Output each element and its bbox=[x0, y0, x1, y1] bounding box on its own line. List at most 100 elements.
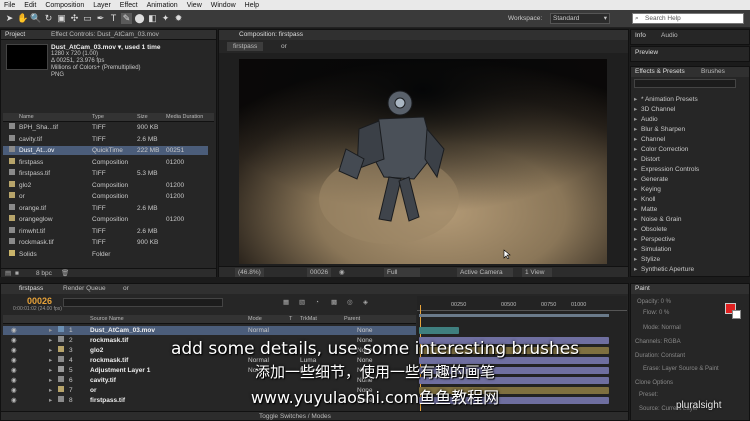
header-trkmat[interactable]: TrkMat bbox=[300, 315, 317, 324]
effects-category[interactable]: ▸ Synthetic Aperture bbox=[634, 265, 744, 274]
pan-behind-tool-icon[interactable]: ✣ bbox=[69, 13, 80, 24]
draft-3d-icon[interactable]: ▧ bbox=[299, 298, 305, 307]
interpret-footage-icon[interactable]: ▤ bbox=[5, 269, 11, 278]
effects-category[interactable]: ▸ Distort bbox=[634, 155, 744, 164]
tab-audio[interactable]: Audio bbox=[661, 31, 678, 40]
camera-view-select[interactable]: Active Camera bbox=[457, 268, 513, 277]
header-mode[interactable]: Mode bbox=[248, 315, 262, 324]
paint-mode[interactable]: Mode: Normal bbox=[643, 325, 681, 331]
menu-layer[interactable]: Layer bbox=[93, 2, 111, 9]
tab-paint[interactable]: Paint bbox=[635, 284, 650, 293]
header-media-duration[interactable]: Media Duration bbox=[166, 113, 203, 122]
effects-category[interactable]: ▸ Color Correction bbox=[634, 145, 744, 154]
effects-category[interactable]: ▸ Obsolete bbox=[634, 225, 744, 234]
menu-animation[interactable]: Animation bbox=[147, 2, 178, 9]
eraser-tool-icon[interactable]: ◧ bbox=[147, 13, 158, 24]
project-item[interactable]: rimwht.tif TIFF 2.6 MB bbox=[3, 226, 208, 236]
type-tool-icon[interactable]: T bbox=[108, 13, 119, 24]
time-ruler[interactable]: 00250 00500 00750 01000 bbox=[417, 301, 627, 311]
camera-snapshot-icon[interactable]: ◉ bbox=[339, 268, 345, 277]
header-name[interactable]: Name bbox=[19, 113, 34, 122]
tab-preview[interactable]: Preview bbox=[635, 48, 658, 57]
header-source-name[interactable]: Source Name bbox=[90, 315, 124, 324]
menu-help[interactable]: Help bbox=[245, 2, 259, 9]
project-item[interactable]: glo2 Composition 01200 bbox=[3, 180, 208, 190]
comp-mini-flowchart-icon[interactable]: ▦ bbox=[283, 298, 289, 307]
graph-editor-icon[interactable]: ◈ bbox=[363, 298, 368, 307]
timeline-search-input[interactable] bbox=[63, 298, 223, 307]
project-item[interactable]: Solids Folder bbox=[3, 249, 208, 259]
menu-composition[interactable]: Composition bbox=[45, 2, 84, 9]
layer-row[interactable]: ◉ ▸ 1 Dust_AtCam_03.mov Normal None bbox=[3, 326, 416, 335]
view-layout-select[interactable]: 1 View bbox=[522, 268, 552, 277]
frame-blending-icon[interactable]: ▩ bbox=[331, 298, 337, 307]
shy-layers-icon[interactable]: ◔ bbox=[315, 298, 319, 307]
effects-category[interactable]: ▸ Matte bbox=[634, 205, 744, 214]
effects-category[interactable]: ▸ Blur & Sharpen bbox=[634, 125, 744, 134]
project-item[interactable]: firstpass.tif TIFF 5.3 MB bbox=[3, 169, 208, 178]
clone-stamp-tool-icon[interactable]: ⬤ bbox=[134, 13, 145, 24]
puppet-tool-icon[interactable]: ✹ bbox=[173, 13, 184, 24]
triangle-right-icon[interactable]: ▸ bbox=[49, 326, 52, 335]
resolution-select[interactable]: Full bbox=[384, 268, 420, 277]
tab-brushes[interactable]: Brushes bbox=[701, 67, 725, 76]
bit-depth[interactable]: 8 bpc bbox=[36, 269, 52, 278]
magnification-select[interactable]: (46.8%) bbox=[235, 268, 264, 277]
effects-category[interactable]: ▸ Keying bbox=[634, 185, 744, 194]
motion-blur-icon[interactable]: ◎ bbox=[347, 298, 353, 307]
project-item[interactable]: or Composition 01200 bbox=[3, 192, 208, 201]
eye-icon[interactable]: ◉ bbox=[11, 326, 17, 335]
project-item[interactable]: rockmask.tif TIFF 900 KB bbox=[3, 238, 208, 247]
tab-or-timeline[interactable]: or bbox=[123, 284, 129, 293]
layer-duration-bar[interactable] bbox=[419, 327, 459, 334]
effects-category[interactable]: ▸ Simulation bbox=[634, 245, 744, 254]
rotate-tool-icon[interactable]: ↻ bbox=[43, 13, 54, 24]
project-item[interactable]: orange.tif TIFF 2.6 MB bbox=[3, 203, 208, 213]
breadcrumb-firstpass[interactable]: firstpass bbox=[227, 42, 264, 51]
project-item[interactable]: orangeglow Composition 01200 bbox=[3, 215, 208, 224]
zoom-tool-icon[interactable]: 🔍 bbox=[30, 13, 41, 24]
project-item[interactable]: cavity.tif TIFF 2.6 MB bbox=[3, 134, 208, 144]
effects-category[interactable]: ▸ Audio bbox=[634, 115, 744, 124]
tab-info[interactable]: Info bbox=[635, 31, 646, 40]
tab-firstpass-timeline[interactable]: firstpass bbox=[19, 284, 43, 293]
hand-tool-icon[interactable]: ✋ bbox=[17, 13, 28, 24]
project-item[interactable]: Dust_At...ov QuickTime 222 MB 00251 bbox=[3, 146, 208, 155]
breadcrumb-or[interactable]: or bbox=[281, 42, 287, 51]
brush-tool-icon[interactable]: ✎ bbox=[121, 13, 132, 24]
effects-category[interactable]: ▸ Perspective bbox=[634, 235, 744, 244]
search-help-input[interactable]: ⌕ Search Help bbox=[632, 13, 744, 24]
layer-mode[interactable]: Normal bbox=[248, 326, 269, 335]
selection-tool-icon[interactable]: ➤ bbox=[4, 13, 15, 24]
workspace-select[interactable]: Standard ▾ bbox=[550, 13, 610, 24]
header-type[interactable]: Type bbox=[92, 113, 104, 122]
timeline-current-time[interactable]: 00026 bbox=[27, 296, 52, 306]
paint-flow[interactable]: Flow: 0 % bbox=[643, 310, 669, 316]
pen-tool-icon[interactable]: ✒ bbox=[95, 13, 106, 24]
tab-composition[interactable]: Composition: firstpass bbox=[239, 30, 303, 39]
menu-edit[interactable]: Edit bbox=[24, 2, 36, 9]
effects-category[interactable]: ▸ Noise & Grain bbox=[634, 215, 744, 224]
tab-project[interactable]: Project bbox=[5, 30, 25, 39]
toggle-switches-modes-button[interactable]: Toggle Switches / Modes bbox=[259, 412, 331, 421]
work-area-bar[interactable] bbox=[419, 314, 609, 317]
header-size[interactable]: Size bbox=[137, 113, 148, 122]
roto-brush-tool-icon[interactable]: ✦ bbox=[160, 13, 171, 24]
new-folder-icon[interactable]: ■ bbox=[15, 269, 19, 278]
effects-category[interactable]: ▸ 3D Channel bbox=[634, 105, 744, 114]
current-time-display[interactable]: 00026 bbox=[307, 268, 332, 277]
background-color-swatch[interactable] bbox=[732, 310, 741, 319]
project-item[interactable]: BPH_Sha...tif TIFF 900 KB bbox=[3, 123, 208, 132]
tab-effects-presets[interactable]: Effects & Presets bbox=[635, 67, 685, 76]
menu-view[interactable]: View bbox=[187, 2, 202, 9]
comp-viewer[interactable] bbox=[219, 53, 628, 266]
tab-render-queue[interactable]: Render Queue bbox=[63, 284, 106, 293]
menu-effect[interactable]: Effect bbox=[120, 2, 138, 9]
paint-opacity[interactable]: Opacity: 0 % bbox=[637, 299, 671, 305]
menu-file[interactable]: File bbox=[4, 2, 15, 9]
effects-category[interactable]: ▸ Channel bbox=[634, 135, 744, 144]
effects-category[interactable]: ▸ Knoll bbox=[634, 195, 744, 204]
effects-category[interactable]: ▸ * Animation Presets bbox=[634, 95, 744, 104]
effects-search-input[interactable] bbox=[634, 79, 736, 88]
camera-tool-icon[interactable]: ▣ bbox=[56, 13, 67, 24]
